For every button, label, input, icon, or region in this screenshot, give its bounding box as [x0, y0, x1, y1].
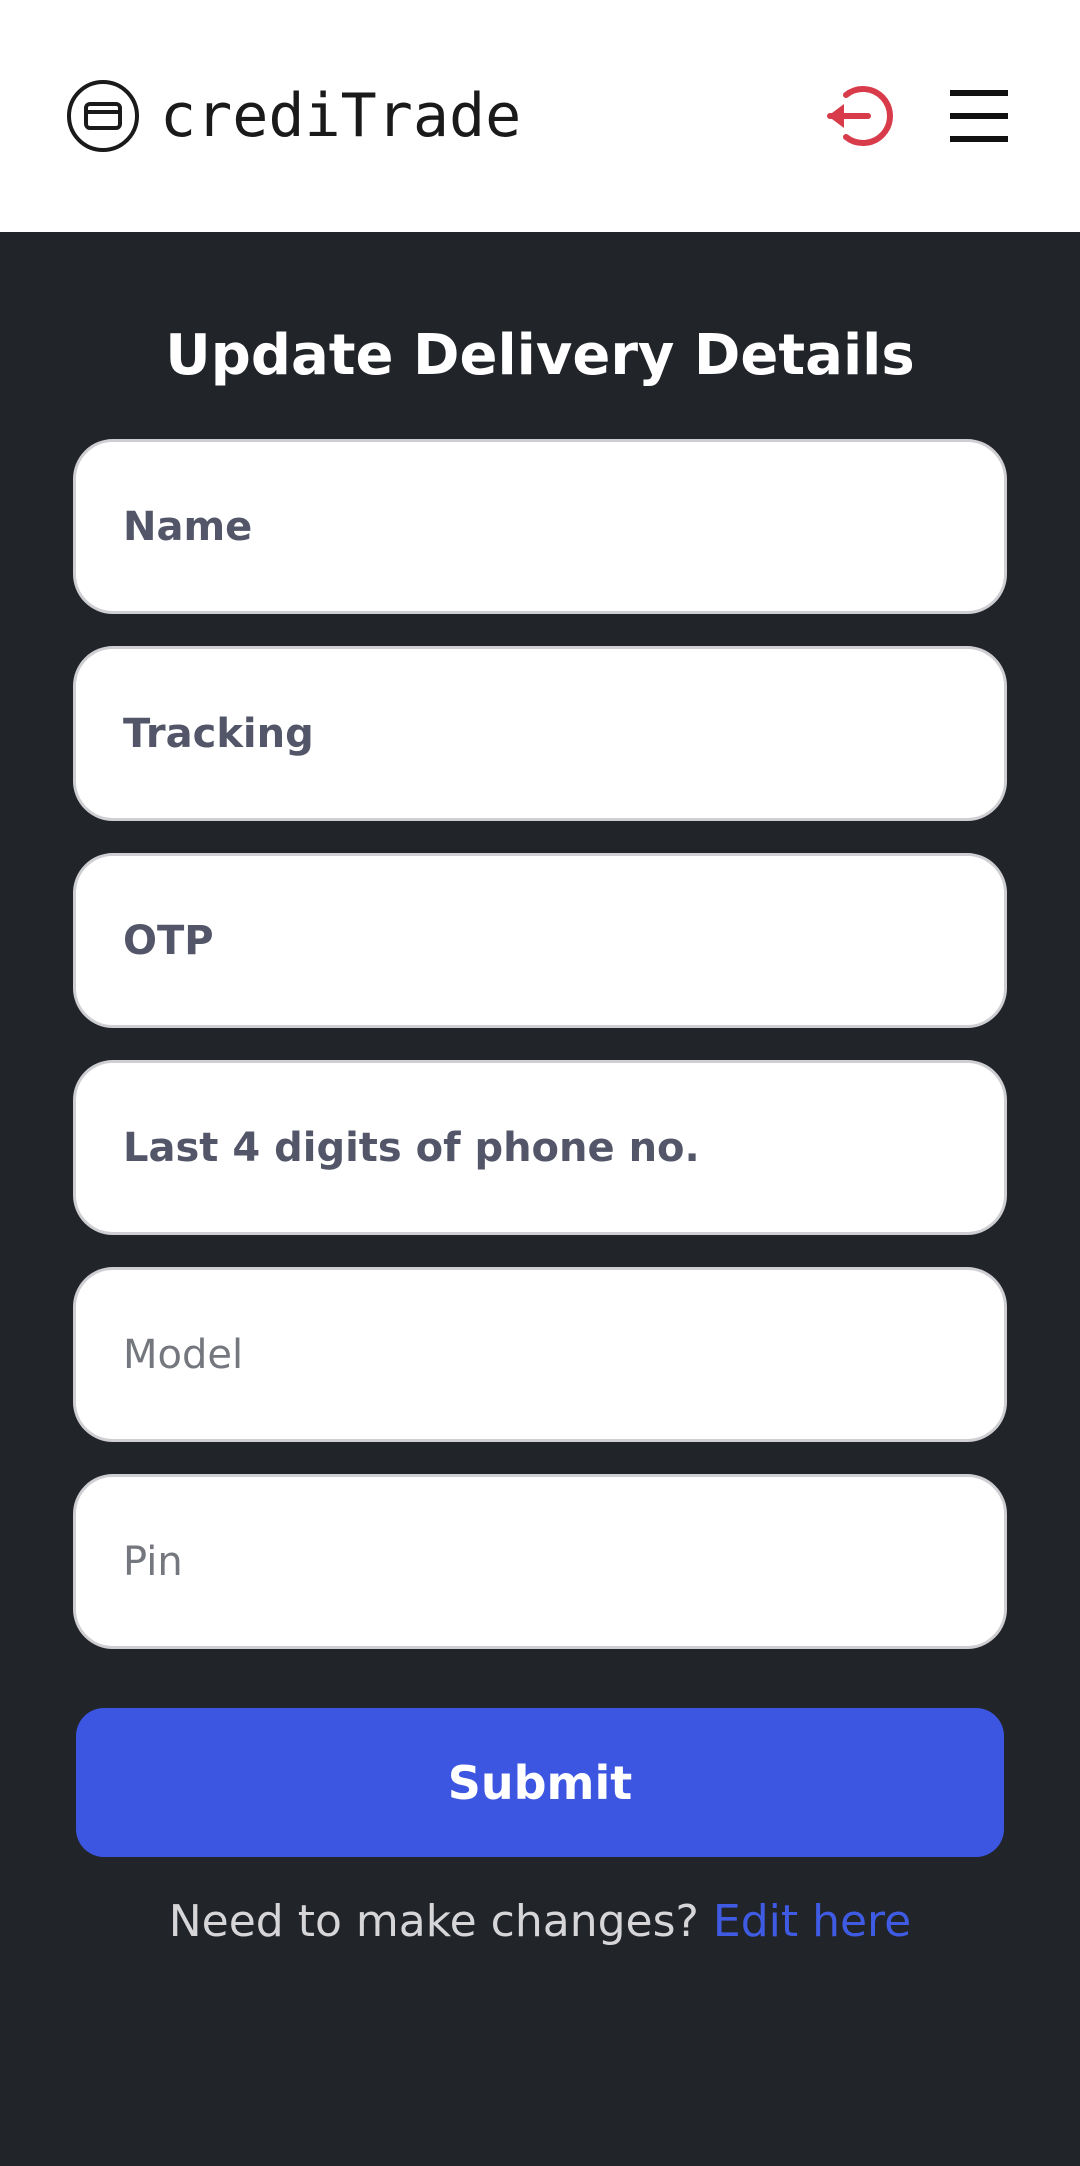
tracking-field[interactable] — [73, 646, 1007, 821]
brand-name: crediTrade — [160, 81, 522, 151]
edit-prompt: Need to make changes? Edit here — [0, 1892, 1080, 1952]
otp-field[interactable] — [73, 853, 1007, 1028]
hamburger-menu-icon[interactable] — [950, 88, 1008, 144]
credit-card-icon — [67, 80, 139, 152]
brand[interactable]: crediTrade — [66, 79, 521, 153]
name-field[interactable] — [73, 439, 1007, 614]
phone-last4-field[interactable] — [73, 1060, 1007, 1235]
edit-here-link[interactable]: Edit here — [713, 1896, 911, 1947]
pin-field[interactable] — [73, 1474, 1007, 1649]
submit-button[interactable]: Submit — [76, 1708, 1004, 1857]
logout-icon[interactable] — [822, 80, 894, 152]
edit-prompt-text: Need to make changes? — [168, 1896, 699, 1947]
model-field[interactable] — [73, 1267, 1007, 1442]
page-title: Update Delivery Details — [165, 323, 915, 388]
app-header: crediTrade — [0, 0, 1080, 232]
